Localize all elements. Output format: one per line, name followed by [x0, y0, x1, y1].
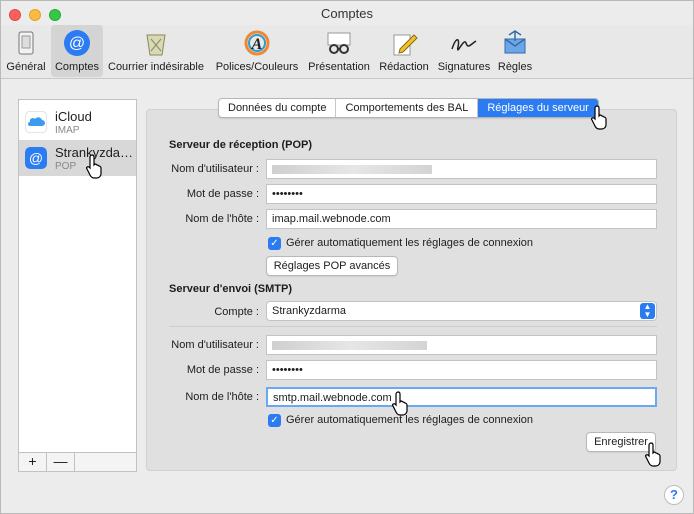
toolbar-label: Rédaction	[379, 61, 429, 73]
incoming-username-field[interactable]	[266, 159, 657, 179]
rules-icon	[504, 30, 526, 54]
hand-cursor-icon	[645, 442, 661, 467]
smtp-account-value: Strankyzdarma	[272, 305, 346, 317]
incoming-host-field[interactable]: imap.mail.webnode.com	[266, 209, 657, 229]
tab-bar: Données du compte Comportements des BAL …	[218, 98, 599, 118]
toolbar-general[interactable]: Général	[3, 25, 49, 77]
toolbar-label: Général	[6, 61, 46, 73]
hand-cursor-icon	[392, 391, 408, 416]
outgoing-heading: Serveur d'envoi (SMTP)	[169, 283, 293, 295]
fonts-icon: A	[244, 30, 270, 56]
incoming-auto-label: Gérer automatiquement les réglages de co…	[286, 237, 534, 249]
redacted-text	[272, 165, 432, 174]
toolbar-rules[interactable]: Règles	[494, 25, 536, 77]
svg-text:A: A	[251, 36, 263, 53]
toolbar-label: Signatures	[437, 61, 491, 73]
incoming-password-field[interactable]: ••••••••	[266, 184, 657, 204]
window-title: Comptes	[320, 6, 374, 21]
redacted-text	[272, 341, 427, 350]
accounts-list: iCloud IMAP @ Strankyzda… POP	[18, 99, 137, 472]
remove-account-button[interactable]: —	[47, 453, 75, 471]
account-type: POP	[55, 161, 77, 172]
at-icon: @	[25, 147, 47, 169]
outgoing-host-field[interactable]: smtp.mail.webnode.com	[266, 387, 657, 407]
signature-icon	[451, 39, 477, 51]
glasses-icon	[327, 32, 351, 54]
account-name: iCloud	[55, 109, 92, 124]
toolbar-compose[interactable]: Rédaction	[376, 25, 432, 77]
account-type: IMAP	[55, 125, 80, 136]
outgoing-password-field[interactable]: ••••••••	[266, 360, 657, 380]
junk-icon	[146, 34, 166, 56]
toolbar-junk[interactable]: Courrier indésirable	[105, 25, 207, 77]
toolbar-label: Polices/Couleurs	[215, 61, 299, 73]
toolbar-fonts[interactable]: A Polices/Couleurs	[211, 25, 303, 77]
help-button[interactable]: ?	[664, 485, 684, 505]
account-item-icloud[interactable]: iCloud IMAP	[19, 104, 136, 140]
hand-cursor-icon	[86, 154, 102, 179]
outgoing-auto-checkbox[interactable]: ✓	[268, 414, 281, 427]
divider	[169, 326, 657, 327]
hand-cursor-icon	[591, 105, 607, 130]
at-icon: @	[64, 30, 90, 56]
chevron-updown-icon: ▲ ▼	[640, 303, 655, 319]
svg-text:@: @	[29, 150, 43, 166]
toolbar-label: Courrier indésirable	[108, 61, 204, 73]
smtp-account-select[interactable]: Strankyzdarma ▲ ▼	[266, 301, 657, 321]
outgoing-username-label: Nom d'utilisateur :	[171, 339, 259, 351]
toolbar-label: Présentation	[308, 61, 370, 73]
outgoing-account-label: Compte :	[214, 306, 259, 318]
tab-server-settings[interactable]: Réglages du serveur	[478, 99, 598, 117]
incoming-auto-checkbox[interactable]: ✓	[268, 237, 281, 250]
svg-text:@: @	[69, 35, 85, 52]
toolbar-signatures[interactable]: Signatures	[435, 25, 493, 77]
add-account-button[interactable]: +	[19, 453, 47, 471]
toolbar-view[interactable]: Présentation	[304, 25, 374, 77]
incoming-host-label: Nom de l'hôte :	[185, 213, 259, 225]
sidebar-buttons: + —	[18, 452, 137, 472]
incoming-heading: Serveur de réception (POP)	[169, 139, 313, 151]
outgoing-username-field[interactable]	[266, 335, 657, 355]
preferences-window: Comptes Général @ Comptes Courrier indés…	[0, 0, 694, 514]
outgoing-host-label: Nom de l'hôte :	[185, 391, 259, 403]
general-icon	[18, 31, 34, 55]
toolbar: Général @ Comptes Courrier indésirable A…	[1, 25, 693, 79]
tab-mailbox-behaviors[interactable]: Comportements des BAL	[336, 99, 479, 117]
incoming-username-label: Nom d'utilisateur :	[171, 163, 259, 175]
toolbar-label: Comptes	[54, 61, 100, 73]
pencil-icon	[393, 34, 418, 56]
toolbar-accounts[interactable]: @ Comptes	[51, 25, 103, 77]
tab-account-info[interactable]: Données du compte	[219, 99, 337, 117]
outgoing-password-label: Mot de passe :	[186, 364, 259, 376]
toolbar-label: Règles	[497, 61, 533, 73]
incoming-password-label: Mot de passe :	[186, 188, 259, 200]
advanced-pop-button[interactable]: Réglages POP avancés	[266, 256, 398, 276]
icloud-icon	[25, 111, 47, 133]
